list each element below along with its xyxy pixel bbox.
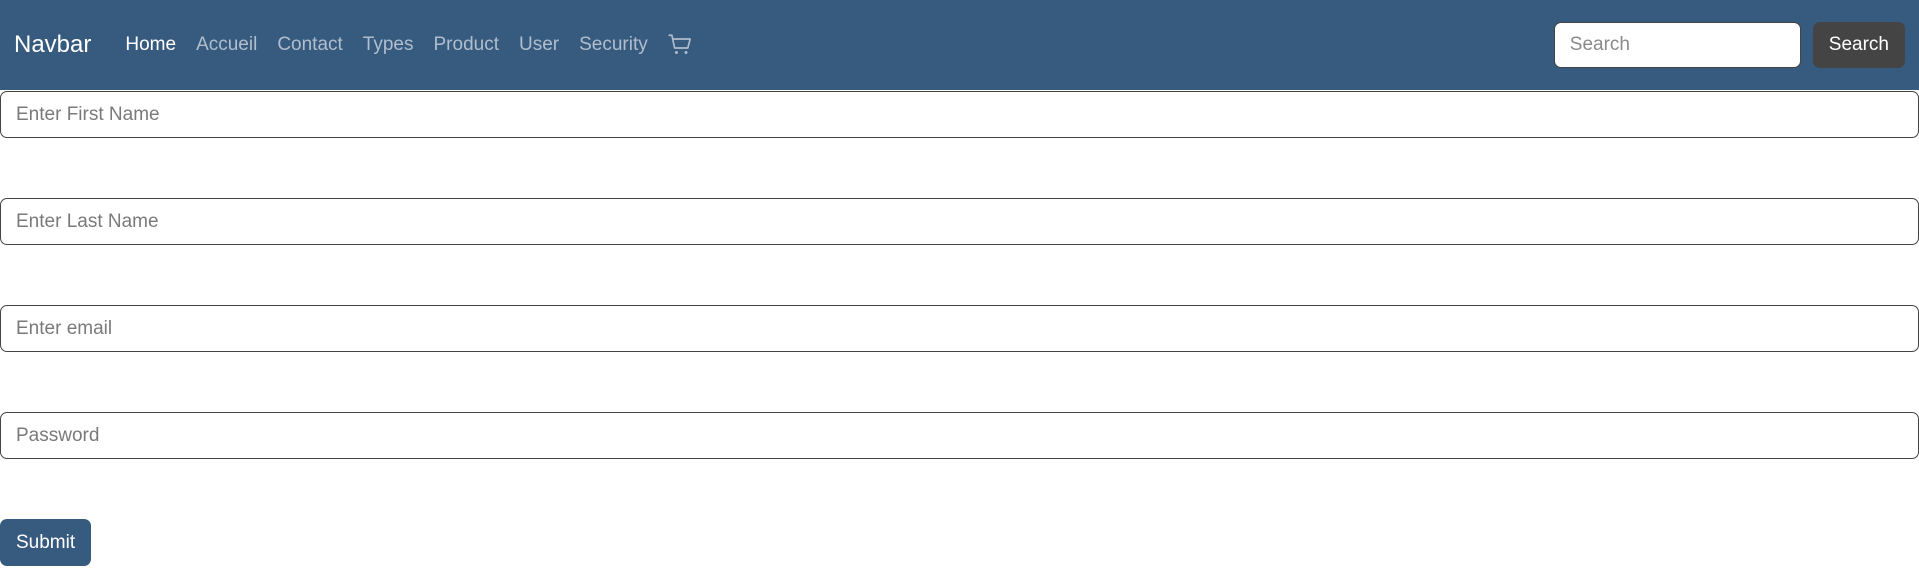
- submit-button[interactable]: Submit: [0, 519, 92, 566]
- search-input[interactable]: [1553, 22, 1801, 68]
- navbar-brand[interactable]: Navbar: [14, 31, 91, 59]
- first-name-field[interactable]: [0, 91, 1919, 138]
- email-field[interactable]: [0, 305, 1919, 352]
- nav-link-product[interactable]: Product: [424, 34, 509, 56]
- navbar-search-form: Search: [1553, 22, 1905, 68]
- nav-link-security[interactable]: Security: [569, 34, 658, 56]
- shopping-cart-icon: [668, 34, 691, 54]
- navbar: Navbar Home Accueil Contact Types Produc…: [0, 0, 1919, 90]
- nav-links: Home Accueil Contact Types Product User …: [115, 33, 701, 57]
- nav-link-user[interactable]: User: [509, 34, 569, 56]
- last-name-field[interactable]: [0, 198, 1919, 245]
- nav-link-types[interactable]: Types: [353, 34, 424, 56]
- cart-link[interactable]: [658, 33, 702, 57]
- password-field[interactable]: [0, 412, 1919, 459]
- nav-link-contact[interactable]: Contact: [267, 34, 352, 56]
- search-button[interactable]: Search: [1812, 22, 1905, 68]
- nav-link-accueil[interactable]: Accueil: [186, 34, 267, 56]
- nav-link-home[interactable]: Home: [115, 34, 186, 56]
- registration-form: Submit: [0, 91, 1919, 566]
